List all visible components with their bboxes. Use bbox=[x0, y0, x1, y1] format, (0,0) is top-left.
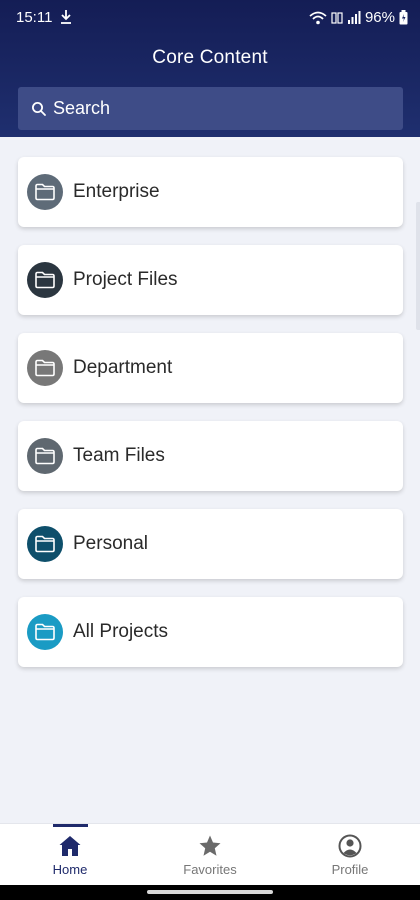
bottom-nav: Home Favorites Profile bbox=[0, 823, 420, 885]
folder-card[interactable]: Department bbox=[18, 333, 403, 403]
home-gesture-pill[interactable] bbox=[147, 890, 273, 894]
download-icon bbox=[61, 10, 71, 24]
folder-icon bbox=[27, 614, 63, 650]
app-header: 15:11 96% Core Content Search bbox=[0, 0, 420, 137]
folder-icon bbox=[27, 438, 63, 474]
nav-item-profile[interactable]: Profile bbox=[280, 824, 420, 886]
battery-icon bbox=[399, 10, 408, 25]
folder-label: Personal bbox=[73, 533, 148, 554]
folder-icon bbox=[27, 526, 63, 562]
folder-card[interactable]: Team Files bbox=[18, 421, 403, 491]
folder-icon bbox=[27, 350, 63, 386]
folder-list: Enterprise Project Files Department Team Fi… bbox=[18, 157, 403, 685]
folder-label: Department bbox=[73, 357, 173, 378]
folder-label: Project Files bbox=[73, 269, 178, 290]
battery-percent: 96% bbox=[364, 9, 395, 26]
folder-card[interactable]: Project Files bbox=[18, 245, 403, 315]
nav-label-favorites: Favorites bbox=[183, 862, 237, 877]
search-bar[interactable] bbox=[18, 87, 403, 130]
folder-card[interactable]: All Projects bbox=[18, 597, 403, 667]
page-title: Core Content bbox=[152, 47, 268, 68]
star-icon bbox=[199, 835, 221, 856]
profile-icon bbox=[338, 834, 362, 858]
nav-label-profile: Profile bbox=[331, 862, 369, 877]
status-time: 15:11 bbox=[16, 9, 53, 26]
status-icons: 96% bbox=[309, 9, 408, 26]
signal-icon bbox=[347, 10, 361, 24]
folder-card[interactable]: Personal bbox=[18, 509, 403, 579]
folder-icon bbox=[27, 262, 63, 298]
home-icon bbox=[59, 836, 81, 856]
nav-item-favorites[interactable]: Favorites bbox=[140, 824, 280, 886]
folder-label: Enterprise bbox=[73, 181, 160, 202]
nav-item-home[interactable]: Home bbox=[0, 824, 140, 886]
data-icon bbox=[331, 11, 343, 24]
nav-label-home: Home bbox=[52, 862, 88, 877]
search-input[interactable] bbox=[53, 98, 373, 119]
search-icon bbox=[32, 101, 46, 116]
folder-label: Team Files bbox=[73, 445, 165, 466]
wifi-icon bbox=[309, 11, 327, 24]
folder-icon bbox=[27, 174, 63, 210]
status-bar: 15:11 96% bbox=[0, 0, 420, 36]
folder-card[interactable]: Enterprise bbox=[18, 157, 403, 227]
folder-label: All Projects bbox=[73, 621, 169, 642]
scroll-indicator[interactable] bbox=[416, 202, 420, 330]
